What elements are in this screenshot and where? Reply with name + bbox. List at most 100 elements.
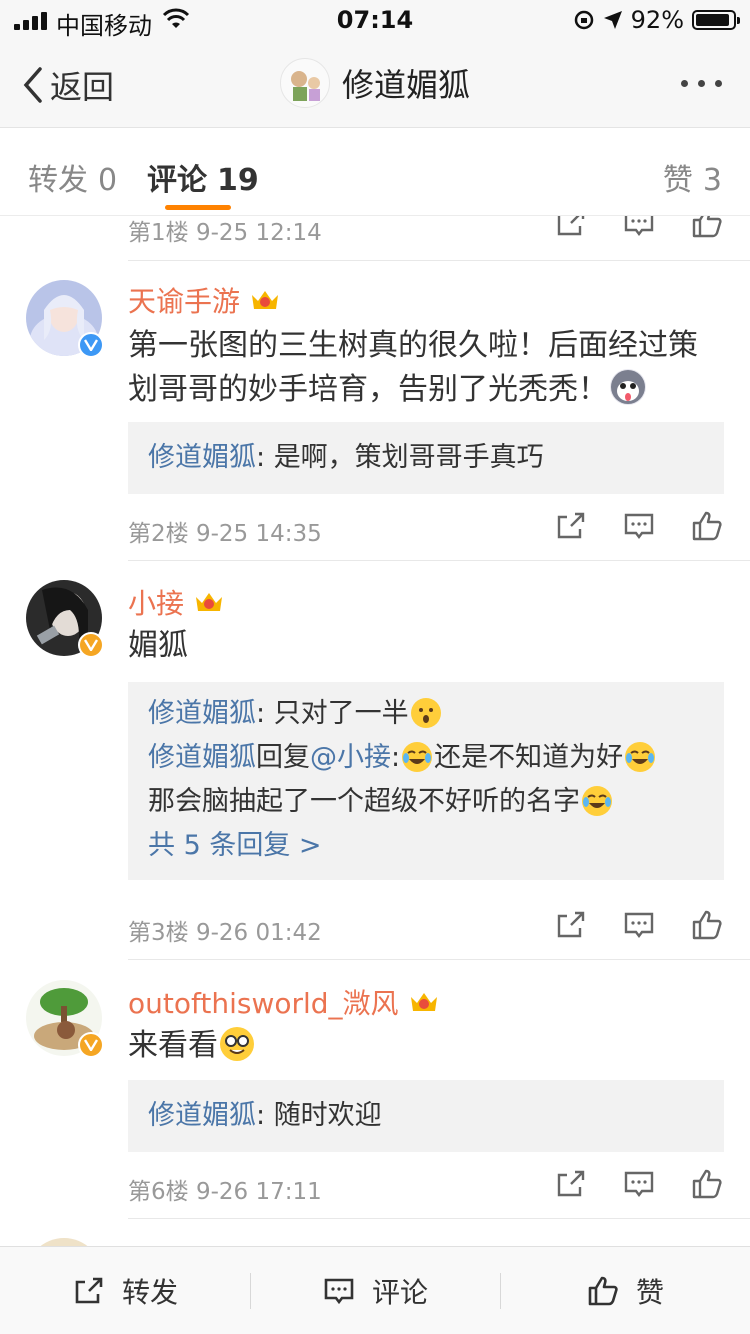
like-button[interactable]: 赞 — [500, 1247, 750, 1334]
reply-author[interactable]: 修道媚狐 — [148, 442, 256, 473]
reply-mention[interactable]: @小接 — [310, 742, 391, 773]
more-replies-label: 共 5 条回复 > — [148, 830, 322, 861]
tab-likes-count: 3 — [702, 163, 722, 198]
more-replies-link[interactable]: 共 5 条回复 > — [148, 824, 704, 868]
avatar[interactable] — [26, 1238, 102, 1246]
reply-line: 那会脑抽起了一个超级不好听的名字 — [148, 780, 704, 824]
status-bar: 中国移动 07:14 92% — [0, 0, 750, 40]
reply-separator: : — [256, 442, 274, 473]
share-icon — [75, 1277, 103, 1304]
divider — [128, 1218, 750, 1219]
husky-emoji-icon — [610, 369, 646, 405]
more-menu-button[interactable] — [681, 80, 722, 87]
comment-icon[interactable] — [622, 908, 656, 942]
avatar[interactable] — [26, 280, 104, 358]
like-icon[interactable] — [690, 509, 724, 543]
comment-text-content: 媚狐 — [128, 628, 188, 663]
reply-text: 那会脑抽起了一个超级不好听的名字 — [148, 786, 580, 817]
comment-floor-time: 第1楼 9-25 12:14 — [128, 220, 322, 246]
username-row: outofthisworld_溦风 — [128, 982, 439, 1022]
location-arrow-icon — [603, 11, 622, 29]
reply-text: 还是不知道为好 — [434, 742, 624, 773]
battery-icon — [692, 10, 740, 30]
like-icon[interactable] — [690, 908, 724, 942]
comment-text: 来看看 — [128, 1024, 714, 1068]
tab-bar: 转发 0 评论 19 赞3 — [0, 129, 750, 216]
vip-crown-icon — [196, 593, 223, 611]
battery-percent: 92% — [630, 6, 684, 34]
bottom-toolbar: 转发 评论 赞 — [0, 1246, 750, 1334]
comment-text-content: 来看看 — [128, 1028, 218, 1063]
reply-author[interactable]: 修道媚狐 — [148, 698, 256, 729]
reply-box[interactable]: 修道媚狐: 随时欢迎 — [128, 1080, 724, 1152]
avatar[interactable] — [26, 580, 104, 658]
comment-text: 媚狐 — [128, 624, 714, 668]
avatar[interactable] — [26, 980, 104, 1058]
comment-button[interactable]: 评论 — [250, 1247, 500, 1334]
active-tab-indicator — [165, 205, 231, 210]
comment-list[interactable]: 第1楼 9-25 12:14 天谕手游 第一张图的三生树真的很久啦！后面经过策划… — [0, 216, 750, 1246]
comment-label: 评论 — [371, 1276, 428, 1309]
reply-line: 修道媚狐: 只对了一半 — [148, 692, 704, 736]
like-icon — [588, 1276, 618, 1306]
verified-badge-icon — [78, 1032, 104, 1058]
tab-repost-count: 0 — [98, 163, 118, 198]
page-title[interactable]: 修道媚狐 — [342, 60, 470, 106]
reply-separator: : — [391, 742, 401, 773]
comment-floor-time: 第3楼 9-26 01:42 — [128, 920, 322, 946]
tab-comments-count: 19 — [217, 163, 259, 198]
username-row: 天谕手游 — [128, 280, 280, 320]
tab-likes-label: 赞 — [662, 163, 693, 198]
comment-icon[interactable] — [622, 216, 656, 240]
nerd-emoji-icon — [220, 1027, 254, 1061]
reply-author[interactable]: 修道媚狐 — [148, 742, 256, 773]
reply-text: 随时欢迎 — [273, 1100, 382, 1131]
comment-icon[interactable] — [622, 1167, 656, 1201]
repost-button[interactable]: 转发 — [0, 1247, 250, 1334]
comment-floor-time: 第6楼 9-26 17:11 — [128, 1179, 322, 1205]
rotation-lock-icon — [574, 10, 593, 30]
share-icon[interactable] — [554, 908, 588, 942]
author-avatar[interactable] — [279, 58, 330, 108]
laugh-cry-emoji-icon — [402, 742, 433, 772]
share-icon[interactable] — [554, 509, 588, 543]
reply-box[interactable]: 修道媚狐: 是啊，策划哥哥手真巧 — [128, 422, 724, 494]
reply-line: 修道媚狐回复@小接: 还是不知道为好 — [148, 736, 704, 780]
divider — [128, 959, 750, 960]
divider — [128, 260, 750, 261]
weibo-comments-screen: 中国移动 07:14 92% 返回 修道媚狐 转发 0 评论 19 赞 3 第1… — [0, 0, 750, 1334]
laugh-cry-emoji-icon — [625, 742, 656, 772]
comment-icon[interactable] — [622, 509, 656, 543]
comment-icon — [324, 1278, 354, 1305]
nav-bar: 返回 修道媚狐 — [0, 40, 750, 128]
reply-separator: : — [256, 698, 274, 729]
tab-comments-label: 评论 — [147, 163, 207, 198]
comment-floor-time: 第2楼 9-25 14:35 — [128, 521, 322, 547]
tab-likes[interactable]: 赞3 — [663, 155, 722, 199]
tab-repost[interactable]: 转发 0 — [28, 155, 117, 199]
repost-label: 转发 — [121, 1276, 178, 1309]
vip-crown-icon — [410, 993, 437, 1011]
like-label: 赞 — [635, 1276, 664, 1309]
verified-badge-icon — [78, 332, 104, 358]
reply-author[interactable]: 修道媚狐 — [148, 1100, 256, 1131]
username-row: 小接 — [128, 582, 224, 622]
divider — [128, 560, 750, 561]
reply-to-label: 回复 — [256, 742, 310, 773]
reply-text: 是啊，策划哥哥手真巧 — [273, 442, 544, 473]
reply-text: 只对了一半 — [273, 698, 409, 729]
surprised-emoji-icon — [410, 698, 441, 728]
like-icon[interactable] — [690, 1167, 724, 1201]
vip-crown-icon — [252, 291, 279, 309]
laugh-cry-emoji-icon — [582, 786, 612, 816]
comment-username[interactable]: outofthisworld_溦风 — [128, 982, 399, 1022]
comment-username[interactable]: 小接 — [128, 582, 184, 622]
share-icon[interactable] — [554, 1167, 588, 1201]
reply-box[interactable]: 修道媚狐: 只对了一半 修道媚狐回复@小接: 还是不知道为好 那会脑抽起了一个超级… — [128, 682, 724, 880]
comment-username[interactable]: 天谕手游 — [128, 280, 240, 320]
comment-text: 第一张图的三生树真的很久啦！后面经过策划哥哥的妙手培育，告别了光秃秃！ — [128, 324, 714, 412]
tab-comments[interactable]: 评论 19 — [147, 155, 259, 199]
reply-separator: : — [256, 1100, 274, 1131]
share-icon[interactable] — [554, 216, 588, 240]
like-icon[interactable] — [690, 216, 724, 240]
